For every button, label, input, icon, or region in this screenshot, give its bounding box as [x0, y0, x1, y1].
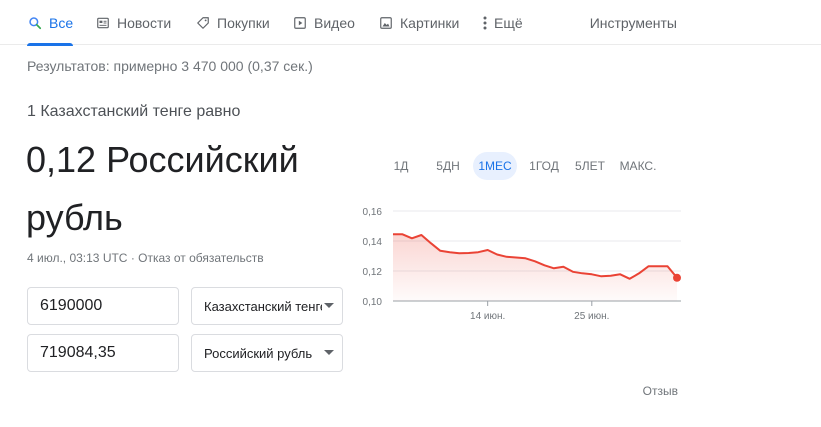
newspaper-icon: [95, 15, 111, 31]
tab-news-label: Новости: [117, 14, 172, 31]
y-tick-label: 0,16: [363, 207, 383, 218]
range-1d[interactable]: 1Д: [387, 152, 415, 180]
from-amount-value: 6190000: [40, 297, 103, 314]
search-icon: [27, 15, 43, 31]
image-icon: [378, 15, 394, 31]
range-5y[interactable]: 5ЛЕТ: [571, 152, 609, 180]
series-area: [393, 234, 677, 301]
x-tick-label: 14 июн.: [470, 311, 505, 322]
range-5y-label: 5ЛЕТ: [575, 159, 605, 173]
tab-more[interactable]: Ещё: [481, 0, 523, 45]
more-vert-icon: [481, 15, 489, 31]
to-amount-input[interactable]: 719084,35: [27, 334, 179, 372]
tab-all-label: Все: [49, 14, 74, 31]
tab-video-label: Видео: [314, 14, 355, 31]
y-tick-label: 0,12: [363, 267, 383, 278]
search-tabs-bar: Все Новости Покупки Видео Картинки Ещё И…: [0, 0, 821, 46]
exchange-rate-chart[interactable]: 0,16 0,14 0,12 0,10 14 июн. 25 июн.: [350, 200, 690, 330]
range-max-label: МАКС.: [619, 159, 657, 173]
tab-video[interactable]: Видео: [292, 0, 355, 45]
range-1m[interactable]: 1МЕС: [473, 152, 517, 180]
dropdown-arrow-icon: [324, 350, 334, 355]
from-amount-input[interactable]: 6190000: [27, 287, 179, 325]
range-1y-label: 1ГОД: [529, 159, 559, 173]
range-5d-label: 5ДН: [436, 159, 460, 173]
range-max[interactable]: МАКС.: [615, 152, 661, 180]
y-tick-label: 0,14: [363, 237, 383, 248]
conversion-result: 0,12 Российский рубль: [26, 139, 299, 238]
x-tick-label: 25 июн.: [574, 311, 609, 322]
range-1m-label: 1МЕС: [478, 159, 512, 173]
disclaimer-link[interactable]: Отказ от обязательств: [138, 251, 263, 265]
tab-news[interactable]: Новости: [95, 0, 171, 45]
tab-shopping-label: Покупки: [217, 14, 270, 31]
conversion-title: 1 Казахстанский тенге равно: [27, 103, 241, 120]
tab-all[interactable]: Все: [27, 0, 74, 46]
to-currency-select[interactable]: Российский рубль: [191, 334, 343, 372]
from-currency-select[interactable]: Казахстанский тенге: [191, 287, 343, 325]
tools-label: Инструменты: [589, 14, 677, 31]
to-currency-label: Российский рубль: [204, 345, 313, 361]
feedback-link[interactable]: Отзыв: [643, 384, 678, 398]
tab-images[interactable]: Картинки: [378, 0, 459, 45]
tab-images-label: Картинки: [400, 14, 460, 31]
tools-button[interactable]: Инструменты: [590, 0, 677, 45]
tab-more-label: Ещё: [494, 14, 523, 31]
rate-timestamp-line: 4 июл., 03:13 UTC · Отказ от обязательст…: [27, 251, 264, 265]
separator-dot: ·: [127, 251, 139, 265]
tag-icon: [195, 15, 211, 31]
results-stats: Результатов: примерно 3 470 000 (0,37 се…: [27, 58, 313, 74]
range-1d-label: 1Д: [393, 159, 409, 173]
dropdown-arrow-icon: [324, 303, 334, 308]
tab-shopping[interactable]: Покупки: [195, 0, 270, 45]
video-icon: [292, 15, 308, 31]
current-value-point: [673, 273, 681, 282]
to-amount-value: 719084,35: [40, 344, 116, 361]
range-1y[interactable]: 1ГОД: [524, 152, 564, 180]
range-5d[interactable]: 5ДН: [431, 152, 465, 180]
from-currency-label: Казахстанский тенге: [204, 298, 322, 314]
rate-timestamp: 4 июл., 03:13 UTC: [27, 251, 128, 265]
y-tick-label: 0,10: [363, 297, 383, 308]
